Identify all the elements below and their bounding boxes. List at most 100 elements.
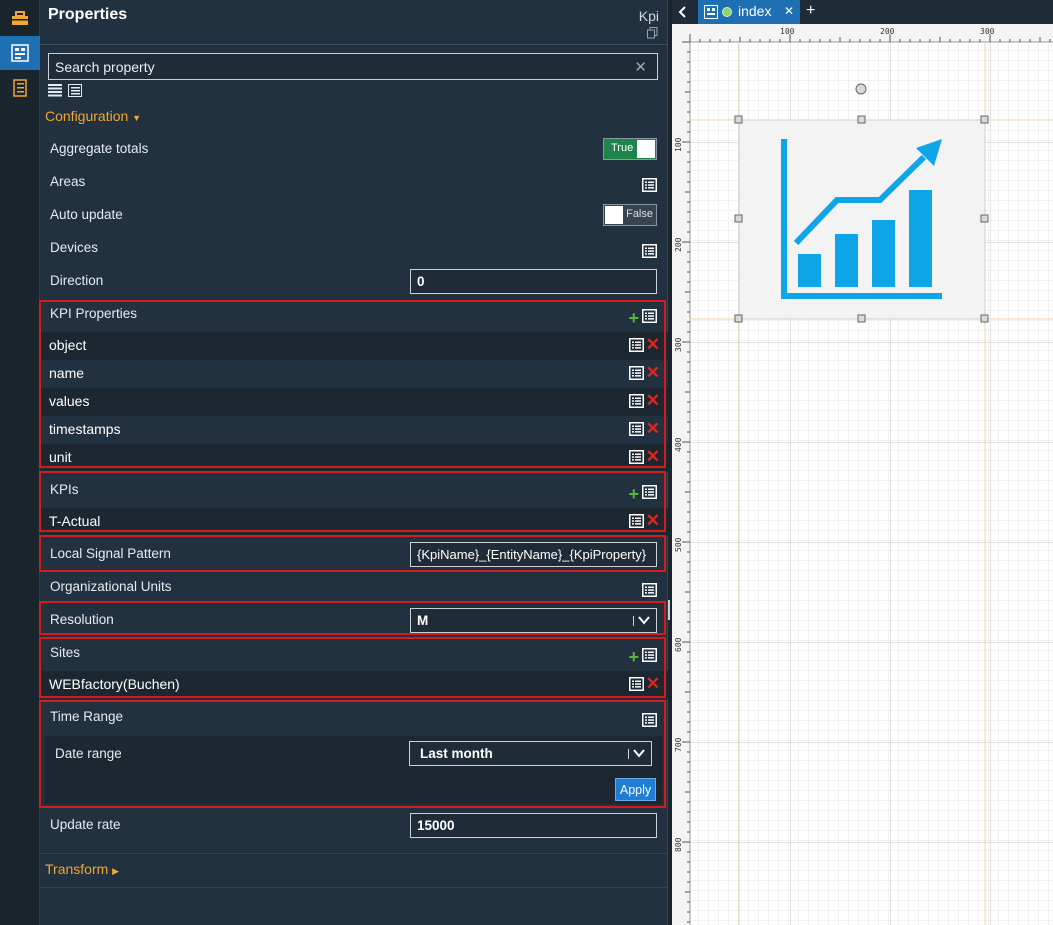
prop-label: KPIs: [50, 482, 79, 497]
prop-local-signal-pattern: Local Signal Pattern {KpiName}_{EntityNa…: [40, 540, 668, 573]
tab-index[interactable]: index ✕: [698, 0, 800, 24]
properties-panel: Properties Kpi ✕ Configuration ▼ Aggrega…: [39, 0, 668, 925]
prop-label: Direction: [50, 273, 104, 288]
table-editor-icon[interactable]: [642, 244, 657, 261]
row-actions: ✕: [628, 512, 660, 531]
list-item: T-Actual ✕: [40, 508, 668, 536]
date-range-select[interactable]: Last month: [409, 741, 652, 766]
item-label: T-Actual: [49, 513, 101, 529]
ruler-label: 700: [674, 737, 683, 752]
add-icon[interactable]: +: [628, 485, 639, 503]
table-editor-icon[interactable]: [628, 366, 644, 383]
add-icon[interactable]: +: [628, 309, 639, 327]
item-label: values: [49, 393, 90, 409]
list-item: timestamps ✕: [40, 416, 668, 444]
list-item: values ✕: [40, 388, 668, 416]
list-item: name ✕: [40, 360, 668, 388]
delete-icon[interactable]: ✕: [646, 336, 660, 355]
delete-icon[interactable]: ✕: [646, 364, 660, 383]
table-editor-icon[interactable]: [642, 309, 657, 326]
category-view-icon[interactable]: [68, 84, 82, 100]
selected-control-name: Kpi: [638, 8, 659, 24]
table-editor-icon[interactable]: [628, 677, 644, 694]
ruler-label: 300: [980, 27, 995, 36]
panel-title: Properties: [48, 6, 128, 23]
aggregate-totals-toggle[interactable]: True: [603, 138, 657, 160]
status-dot: [722, 7, 732, 17]
add-tab-icon[interactable]: +: [806, 2, 815, 20]
row-actions: +: [628, 309, 657, 327]
design-canvas[interactable]: 100 200 300 100 200 300 400 500 600 700 …: [672, 24, 1053, 925]
local-signal-pattern-input[interactable]: {KpiName}_{EntityName}_{KpiProperty}: [410, 542, 657, 567]
date-range-label: Date range: [55, 746, 122, 761]
table-editor-icon[interactable]: [642, 485, 657, 502]
rotate-handle[interactable]: [855, 83, 867, 95]
toggle-text: False: [626, 208, 653, 220]
table-editor-icon[interactable]: [628, 422, 644, 439]
canvas-surface: 100 200 300 100 200 300 400 500 600 700 …: [672, 24, 1053, 925]
row-actions: ✕: [628, 675, 660, 694]
row-actions: ✕: [628, 336, 660, 355]
table-editor-icon[interactable]: [628, 514, 644, 531]
delete-icon[interactable]: ✕: [646, 675, 660, 694]
delete-icon[interactable]: ✕: [646, 420, 660, 439]
auto-update-toggle[interactable]: False: [603, 204, 657, 226]
table-editor-icon[interactable]: [642, 583, 657, 600]
prop-label: Areas: [50, 174, 86, 189]
select-value: Last month: [420, 746, 493, 761]
table-editor-icon[interactable]: [642, 648, 657, 665]
delete-icon[interactable]: ✕: [646, 448, 660, 467]
tab-label: index: [738, 3, 772, 19]
prop-label: Devices: [50, 240, 99, 255]
search-input[interactable]: [49, 54, 657, 79]
prop-label: Update rate: [50, 817, 121, 832]
clear-search-icon[interactable]: ✕: [634, 58, 647, 76]
prop-label: Resolution: [50, 612, 114, 627]
table-editor-icon[interactable]: [628, 394, 644, 411]
configuration-section[interactable]: Configuration ▼: [45, 108, 141, 124]
add-icon[interactable]: +: [628, 648, 639, 666]
view-mode-toggle: [48, 84, 82, 100]
kpi-control[interactable]: [738, 119, 986, 320]
search-box: ✕: [48, 53, 658, 80]
update-rate-input[interactable]: 15000: [410, 813, 657, 838]
row-actions: +: [628, 485, 657, 503]
item-label: unit: [49, 449, 72, 465]
transform-section[interactable]: Transform ▶: [45, 861, 119, 877]
delete-icon[interactable]: ✕: [646, 392, 660, 411]
table-editor-icon[interactable]: [628, 338, 644, 355]
time-range-editor: Date range Last month: [45, 736, 662, 804]
chevron-down-icon: [637, 612, 651, 631]
prop-aggregate-totals: Aggregate totals True: [40, 135, 668, 168]
prop-resolution: Resolution M: [40, 606, 668, 639]
item-label: timestamps: [49, 421, 121, 437]
chevron-left-icon[interactable]: [672, 0, 694, 24]
toolbox-icon[interactable]: [0, 0, 40, 36]
prop-label: Auto update: [50, 207, 123, 222]
properties-icon[interactable]: [0, 36, 40, 70]
prop-label: Local Signal Pattern: [50, 546, 171, 561]
table-editor-icon[interactable]: [642, 178, 657, 195]
ruler-label: 400: [674, 437, 683, 452]
delete-icon[interactable]: ✕: [646, 512, 660, 531]
toggle-text: True: [611, 142, 634, 154]
list-item: WEBfactory(Buchen) ✕: [40, 671, 668, 699]
close-icon[interactable]: ✕: [784, 4, 794, 18]
apply-button[interactable]: Apply: [615, 778, 656, 801]
list-view-icon[interactable]: [48, 84, 62, 100]
direction-input[interactable]: 0: [410, 269, 657, 294]
page-icon: [704, 5, 718, 22]
select-divider: [633, 616, 634, 626]
item-label: object: [49, 337, 87, 353]
row-actions: +: [628, 648, 657, 666]
table-editor-icon[interactable]: [642, 713, 657, 730]
table-editor-icon[interactable]: [628, 450, 644, 467]
prop-organizational-units: Organizational Units: [40, 573, 668, 606]
row-actions: ✕: [628, 420, 660, 439]
document-icon[interactable]: [0, 70, 40, 106]
ruler-label: 800: [674, 837, 683, 852]
transform-label: Transform: [45, 861, 109, 877]
prop-auto-update: Auto update False: [40, 201, 668, 234]
copy-icon[interactable]: [647, 26, 658, 42]
resolution-select[interactable]: M: [410, 608, 657, 633]
